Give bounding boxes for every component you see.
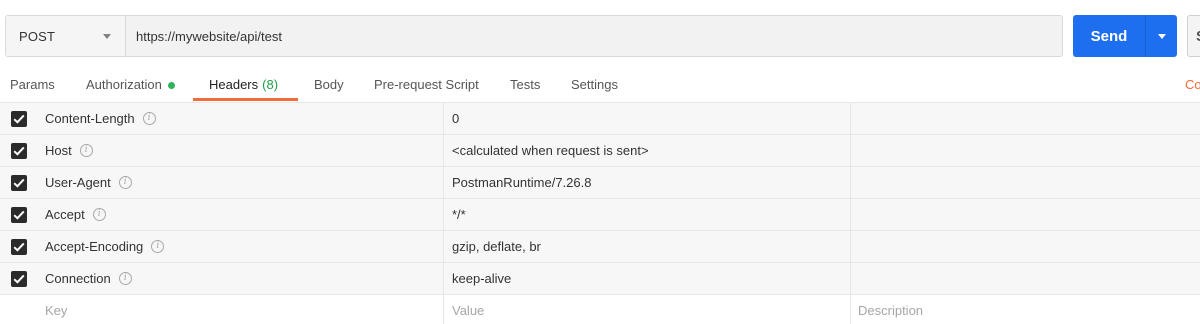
header-value-cell[interactable]: <calculated when request is sent> (443, 135, 850, 166)
value-placeholder: Value (452, 303, 485, 318)
chevron-down-icon (1157, 33, 1166, 39)
new-key-input[interactable]: Key (38, 295, 443, 324)
status-dot-icon (167, 82, 175, 89)
cookies-link[interactable]: Co (1185, 77, 1200, 92)
header-key-cell[interactable]: User-Agent i (38, 167, 443, 198)
header-description-cell[interactable] (850, 231, 1200, 262)
tab-label: Pre-request Script (374, 77, 479, 92)
tab-label: Authorization (86, 77, 162, 92)
row-checkbox[interactable] (11, 206, 27, 223)
table-row: Connection i keep-alive (0, 263, 1200, 295)
send-button-group: Send (1073, 15, 1177, 57)
description-placeholder: Description (858, 303, 924, 318)
chevron-down-icon (103, 33, 111, 39)
checkmark-icon (13, 146, 25, 156)
active-tab-indicator (193, 98, 298, 101)
new-value-input[interactable]: Value (443, 295, 850, 324)
row-checkbox-cell (0, 167, 38, 198)
row-checkbox[interactable] (11, 270, 27, 287)
header-key: Host (45, 143, 72, 158)
tab-label: Params (10, 77, 55, 92)
header-key-cell[interactable]: Accept-Encoding i (38, 231, 443, 262)
header-value: <calculated when request is sent> (452, 143, 649, 158)
tab-body[interactable]: Body (314, 70, 344, 102)
checkmark-icon (13, 274, 25, 284)
header-key: Connection (45, 271, 111, 286)
header-key: Accept-Encoding (45, 239, 144, 254)
row-checkbox[interactable] (11, 238, 27, 255)
header-value: keep-alive (452, 271, 512, 286)
row-checkbox-cell (0, 103, 38, 134)
info-icon[interactable]: i (92, 208, 106, 221)
tab-label: Settings (571, 77, 618, 92)
header-value: 0 (452, 111, 460, 126)
header-description-cell[interactable] (850, 103, 1200, 134)
url-input[interactable] (126, 16, 1062, 56)
table-row: Accept-Encoding i gzip, deflate, br (0, 231, 1200, 263)
tab-tests[interactable]: Tests (510, 70, 540, 102)
row-checkbox-cell (0, 263, 38, 294)
request-tabs: Params Authorization Headers (8) Body Pr… (0, 70, 1200, 102)
header-key-cell[interactable]: Content-Length i (38, 103, 443, 134)
header-value-cell[interactable]: PostmanRuntime/7.26.8 (443, 167, 850, 198)
header-key-cell[interactable]: Host i (38, 135, 443, 166)
new-header-row: Key Value Description (0, 295, 1200, 324)
info-icon[interactable]: i (79, 144, 93, 157)
tab-params[interactable]: Params (10, 70, 55, 102)
tab-authorization[interactable]: Authorization (86, 70, 175, 102)
header-value-cell[interactable]: 0 (443, 103, 850, 134)
method-label: POST (19, 28, 56, 44)
table-row: Accept i */* (0, 199, 1200, 231)
header-description-cell[interactable] (850, 263, 1200, 294)
header-value: PostmanRuntime/7.26.8 (452, 175, 592, 190)
info-icon[interactable]: i (151, 240, 165, 253)
header-key: Content-Length (45, 111, 135, 126)
row-checkbox-cell (0, 231, 38, 262)
request-bar: POST (5, 15, 1063, 57)
header-description-cell[interactable] (850, 167, 1200, 198)
header-key-cell[interactable]: Accept i (38, 199, 443, 230)
tab-label: Body (314, 77, 344, 92)
headers-table: Content-Length i 0 Host i <calculated wh… (0, 102, 1200, 324)
info-icon[interactable]: i (118, 272, 132, 285)
checkmark-icon (13, 242, 25, 252)
info-icon[interactable]: i (142, 112, 156, 125)
info-icon[interactable]: i (118, 176, 132, 189)
table-row: Host i <calculated when request is sent> (0, 135, 1200, 167)
header-value-cell[interactable]: */* (443, 199, 850, 230)
row-checkbox[interactable] (11, 142, 27, 159)
send-button[interactable]: Send (1073, 15, 1145, 57)
header-value-cell[interactable]: gzip, deflate, br (443, 231, 850, 262)
row-checkbox-cell (0, 199, 38, 230)
tab-count: (8) (262, 77, 279, 92)
tab-label: Headers (209, 77, 259, 92)
header-value: gzip, deflate, br (452, 239, 541, 254)
header-key: User-Agent (45, 175, 111, 190)
row-checkbox-cell (0, 135, 38, 166)
tab-label: Tests (510, 77, 541, 92)
row-checkbox[interactable] (11, 110, 27, 127)
key-placeholder: Key (45, 303, 68, 318)
tab-pre-request-script[interactable]: Pre-request Script (374, 70, 479, 102)
checkmark-icon (13, 114, 25, 124)
checkmark-icon (13, 178, 25, 188)
header-value: */* (452, 207, 466, 222)
save-button-label: S (1196, 28, 1200, 45)
tab-settings[interactable]: Settings (571, 70, 618, 102)
save-button[interactable]: S (1187, 15, 1200, 57)
table-row: Content-Length i 0 (0, 103, 1200, 135)
row-checkbox-cell (0, 295, 38, 324)
row-checkbox[interactable] (11, 174, 27, 191)
header-key: Accept (45, 207, 85, 222)
new-description-input[interactable]: Description (850, 295, 1200, 324)
header-description-cell[interactable] (850, 135, 1200, 166)
send-options-button[interactable] (1146, 15, 1177, 57)
table-row: User-Agent i PostmanRuntime/7.26.8 (0, 167, 1200, 199)
header-value-cell[interactable]: keep-alive (443, 263, 850, 294)
header-key-cell[interactable]: Connection i (38, 263, 443, 294)
method-select[interactable]: POST (6, 16, 126, 56)
header-description-cell[interactable] (850, 199, 1200, 230)
checkmark-icon (13, 210, 25, 220)
